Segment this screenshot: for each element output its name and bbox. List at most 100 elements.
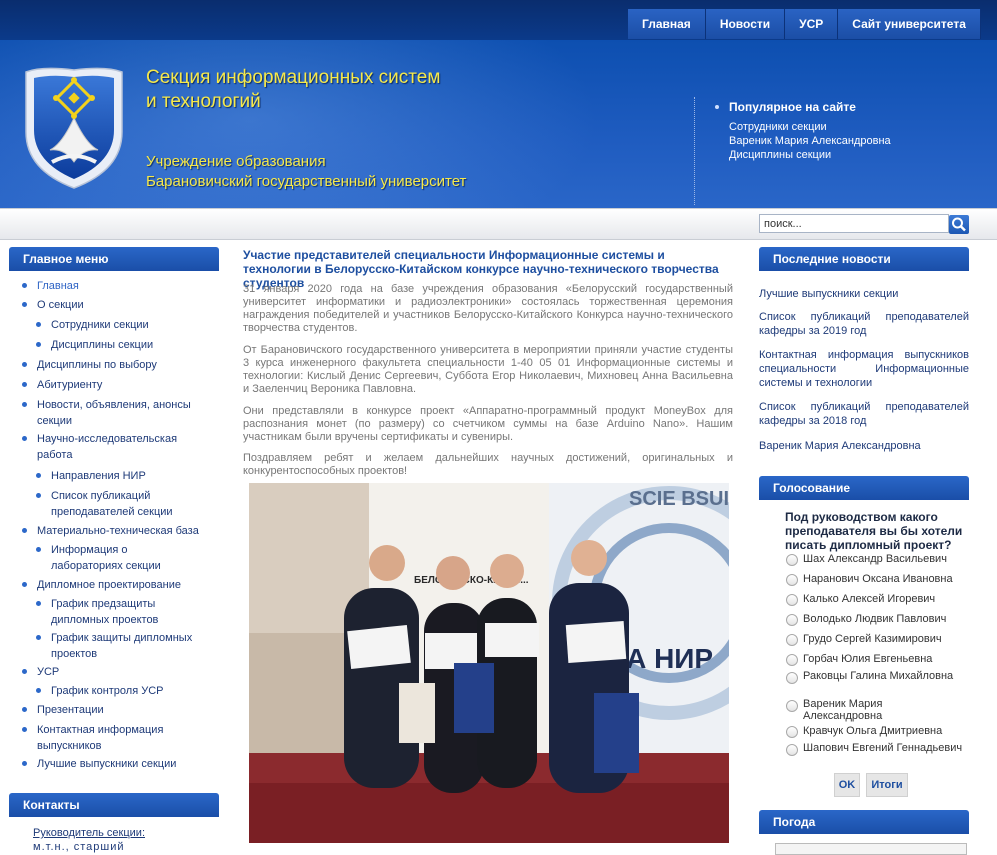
search-button[interactable] xyxy=(949,215,969,234)
poll-radio[interactable] xyxy=(786,594,798,606)
poll-results-button[interactable]: Итоги xyxy=(866,773,908,797)
poll-radio[interactable] xyxy=(786,574,798,586)
bullet-icon xyxy=(22,402,27,407)
poll-option-label: Калько Алексей Игоревич xyxy=(803,593,936,605)
bullet-icon xyxy=(22,727,27,732)
contact-info: Руководитель секции: м.т.н., старший xyxy=(33,826,193,854)
news-link[interactable]: Список публикаций преподавателей кафедры… xyxy=(759,310,969,338)
poll-radio[interactable] xyxy=(786,700,798,712)
poll-radio[interactable] xyxy=(786,672,798,684)
weather-widget xyxy=(775,843,967,855)
bullet-icon xyxy=(22,707,27,712)
poll-option-label: Вареник Мария Александровна xyxy=(803,698,883,722)
poll-option-label: Наранович Оксана Ивановна xyxy=(803,573,953,585)
bullet-icon xyxy=(36,493,41,498)
menu-item[interactable]: Научно-исследовательская работа xyxy=(9,431,207,463)
nav-home[interactable]: Главная xyxy=(628,9,706,39)
menu-item[interactable]: График предзащиты дипломных проектов xyxy=(9,596,201,628)
search-icon xyxy=(952,217,966,232)
contact-detail: м.т.н., старший xyxy=(33,841,125,853)
poll-option-label: Шапович Евгений Геннадьевич xyxy=(803,742,963,754)
popular-links: Популярное на сайте Сотрудники секции Ва… xyxy=(694,97,891,205)
menu-item[interactable]: Контактная информация выпускников xyxy=(9,722,187,754)
poll-question: Под руководством какого преподавателя вы… xyxy=(785,510,963,552)
menu-item[interactable]: Материально-техническая база xyxy=(9,523,217,539)
popular-link[interactable]: Дисциплины секции xyxy=(729,148,891,162)
news-link[interactable]: Вареник Мария Александровна xyxy=(759,439,969,453)
poll-radio[interactable] xyxy=(786,554,798,566)
site-header: Секция информационных систем и технологи… xyxy=(0,40,997,208)
bullet-icon xyxy=(22,382,27,387)
contact-role: Руководитель секции: xyxy=(33,827,145,839)
menu-item-label: Дисциплины секции xyxy=(51,339,154,351)
bullet-icon xyxy=(36,547,41,552)
article-paragraph: От Барановичского государственного униве… xyxy=(243,344,733,395)
poll-option-label: Горбач Юлия Евгеньевна xyxy=(803,653,933,665)
bullet-icon xyxy=(22,362,27,367)
poll-radio[interactable] xyxy=(786,726,798,738)
main-menu-heading: Главное меню xyxy=(9,247,219,271)
poll-radio[interactable] xyxy=(786,634,798,646)
poll-heading: Голосование xyxy=(759,476,969,500)
menu-item[interactable]: Дисциплины секции xyxy=(9,337,231,353)
menu-item[interactable]: Направления НИР xyxy=(9,468,231,484)
menu-item[interactable]: УСР xyxy=(9,664,217,680)
search-input[interactable] xyxy=(759,214,949,233)
poll-radio[interactable] xyxy=(786,614,798,626)
menu-item[interactable]: Главная xyxy=(9,278,217,294)
bullet-icon xyxy=(36,322,41,327)
poll-radio[interactable] xyxy=(786,744,798,756)
nav-news[interactable]: Новости xyxy=(705,9,786,39)
news-link[interactable]: Лучшие выпускники секции xyxy=(759,287,969,301)
menu-item-label: Контактная информация выпускников xyxy=(37,724,164,752)
menu-item-label: О секции xyxy=(37,299,84,311)
menu-item[interactable]: Дипломное проектирование xyxy=(9,577,217,593)
menu-item-label: Дисциплины по выбору xyxy=(37,359,157,371)
poll-option-label: Володько Людвик Павлович xyxy=(803,613,947,625)
poll-radio[interactable] xyxy=(786,654,798,666)
menu-item[interactable]: Сотрудники секции xyxy=(9,317,231,333)
nav-university-site[interactable]: Сайт университета xyxy=(838,9,981,39)
menu-item[interactable]: Список публикаций преподавателей секции xyxy=(9,488,201,520)
bullet-icon xyxy=(22,582,27,587)
menu-item[interactable]: Презентации xyxy=(9,702,217,718)
latest-news-heading: Последние новости xyxy=(759,247,969,271)
menu-item-label: Направления НИР xyxy=(51,470,146,482)
menu-item[interactable]: График контроля УСР xyxy=(9,683,231,699)
menu-item-label: Дипломное проектирование xyxy=(37,579,181,591)
menu-item-label: Лучшие выпускники секции xyxy=(37,758,177,770)
poll-ok-button[interactable]: OK xyxy=(834,773,860,797)
menu-item[interactable]: Информация о лабораториях секции xyxy=(9,542,171,574)
bullet-icon xyxy=(22,436,27,441)
top-nav: Главная Новости УСР Сайт университета xyxy=(628,9,981,39)
menu-item-label: Сотрудники секции xyxy=(51,319,149,331)
article-paragraph: 31 января 2020 года на базе учреждения о… xyxy=(243,283,733,334)
menu-item[interactable]: График защиты дипломных проектов xyxy=(9,630,211,662)
menu-item-label: Презентации xyxy=(37,704,104,716)
menu-item-label: Абитуриенту xyxy=(37,379,103,391)
bullet-icon xyxy=(36,473,41,478)
article-paragraph: Поздравляем ребят и желаем дальнейших на… xyxy=(243,452,733,477)
popular-link[interactable]: Вареник Мария Александровна xyxy=(729,134,891,148)
bullet-icon xyxy=(36,601,41,606)
site-title: Секция информационных систем и технологи… xyxy=(146,67,441,112)
menu-item-label: УСР xyxy=(37,666,60,678)
article-photo: SCIE BSUIR БЕЛОРУССКО-КИТАЙ... КА НИР xyxy=(249,483,729,843)
popular-heading: Популярное на сайте xyxy=(715,100,891,114)
bullet-icon xyxy=(22,283,27,288)
menu-item[interactable]: Новости, объявления, анонсы секции xyxy=(9,397,207,429)
bullet-icon xyxy=(22,528,27,533)
menu-item[interactable]: Абитуриенту xyxy=(9,377,217,393)
nav-usr[interactable]: УСР xyxy=(785,9,839,39)
news-link[interactable]: Список публикаций преподавателей кафедры… xyxy=(759,400,969,428)
bullet-icon xyxy=(36,688,41,693)
menu-item[interactable]: Лучшие выпускники секции xyxy=(9,756,217,772)
university-crest-logo[interactable] xyxy=(22,66,126,190)
menu-item[interactable]: Дисциплины по выбору xyxy=(9,357,217,373)
popular-link[interactable]: Сотрудники секции xyxy=(729,120,891,134)
menu-item[interactable]: О секции xyxy=(9,297,217,313)
poll-option-label: Грудо Сергей Казимирович xyxy=(803,633,942,645)
news-link[interactable]: Контактная информация выпускников специа… xyxy=(759,348,969,390)
weather-heading: Погода xyxy=(759,810,969,834)
bullet-icon xyxy=(22,302,27,307)
